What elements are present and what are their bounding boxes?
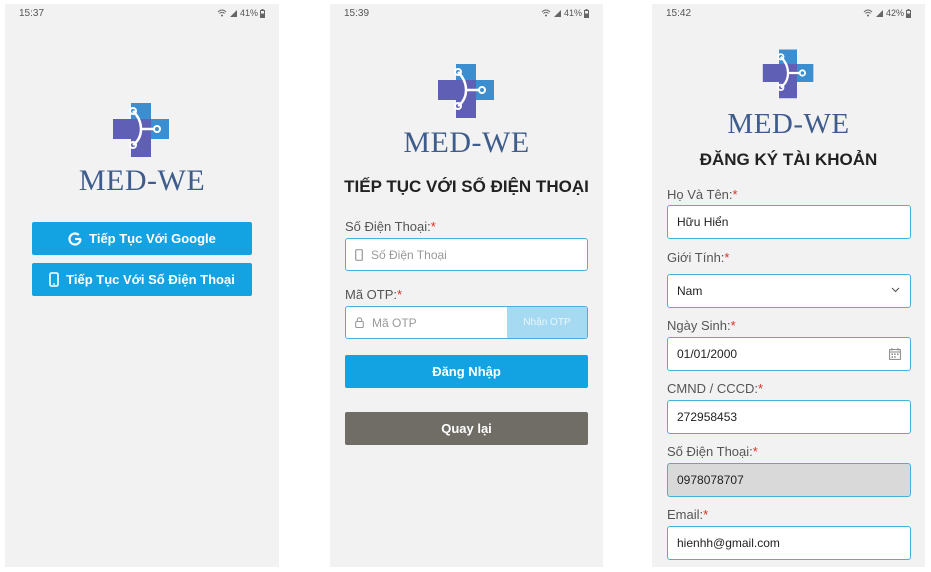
gender-label: Giới Tính:*	[667, 250, 730, 265]
battery-percent: 41%	[563, 8, 582, 18]
otp-placeholder: Mã OTP	[372, 315, 417, 330]
status-time: 15:39	[344, 8, 370, 19]
id-value: 272958453	[677, 410, 738, 424]
phone-label: Số Điện Thoại:*	[345, 219, 436, 234]
status-bar: 15:39 41%	[330, 8, 603, 22]
phone-number-field: 0978078707	[667, 463, 911, 497]
required-mark: *	[758, 381, 764, 396]
phone-label: Số Điện Thoại:*	[667, 444, 758, 459]
name-value: Hữu Hiển	[677, 215, 729, 229]
page-title: TIẾP TỤC VỚI SỐ ĐIỆN THOẠI	[344, 177, 589, 196]
register-screen: 15:42 42% MED-WE ĐĂNG KÝ TÀI KHOẢN Họ Và…	[652, 4, 925, 567]
battery-percent: 41%	[239, 8, 258, 18]
medwe-logo	[438, 64, 494, 118]
medwe-logo	[113, 103, 169, 157]
brand-name: MED-WE	[403, 126, 530, 159]
battery-icon	[906, 8, 911, 18]
battery-percent: 42%	[885, 8, 904, 18]
required-mark: *	[730, 318, 736, 333]
id-label: CMND / CCCD:*	[667, 381, 764, 396]
signal-icon	[229, 10, 237, 17]
dob-input[interactable]: 01/01/2000	[667, 337, 911, 371]
email-input[interactable]: hienhh@gmail.com	[667, 526, 911, 560]
phone-button-label: Tiếp Tục Với Số Điện Thoại	[66, 272, 235, 287]
back-button[interactable]: Quay lại	[345, 412, 588, 445]
otp-input[interactable]: Mã OTP Nhận OTP	[345, 306, 588, 339]
required-mark: *	[732, 187, 738, 202]
wifi-icon	[217, 9, 227, 17]
status-bar: 15:37 41%	[5, 8, 279, 22]
battery-icon	[260, 8, 265, 18]
name-input[interactable]: Hữu Hiển	[667, 205, 911, 239]
required-mark: *	[397, 287, 403, 302]
required-mark: *	[752, 444, 758, 459]
status-bar: 15:42 42%	[652, 8, 925, 22]
calendar-icon[interactable]	[889, 348, 901, 360]
continue-with-google-button[interactable]: Tiếp Tục Với Google	[32, 222, 252, 255]
google-icon	[68, 231, 82, 246]
required-mark: *	[430, 219, 436, 234]
dob-label: Ngày Sinh:*	[667, 318, 736, 333]
brand-name: MED-WE	[727, 108, 850, 140]
chevron-down-icon	[891, 287, 900, 293]
google-button-label: Tiếp Tục Với Google	[89, 231, 216, 246]
brand-name: MED-WE	[78, 164, 206, 197]
phone-placeholder: Số Điện Thoại	[371, 247, 447, 262]
status-time: 15:42	[666, 8, 692, 19]
email-value: hienhh@gmail.com	[677, 536, 780, 550]
wifi-icon	[863, 9, 873, 17]
name-label: Họ Và Tên:*	[667, 187, 738, 202]
required-mark: *	[703, 507, 709, 522]
id-number-input[interactable]: 272958453	[667, 400, 911, 434]
signal-icon	[875, 10, 883, 17]
status-time: 15:37	[19, 8, 45, 19]
gender-select[interactable]: Nam	[667, 274, 911, 308]
signal-icon	[553, 10, 561, 17]
medwe-logo	[762, 49, 814, 99]
phone-login-screen: 15:39 41% MED-WE TIẾP TỤC VỚI SỐ ĐIỆN TH…	[330, 4, 603, 567]
phone-number-input[interactable]: Số Điện Thoại	[345, 238, 588, 271]
smartphone-icon	[49, 272, 59, 287]
required-mark: *	[724, 250, 730, 265]
wifi-icon	[541, 9, 551, 17]
lock-icon	[355, 317, 364, 328]
smartphone-icon	[355, 248, 363, 261]
page-title: ĐĂNG KÝ TÀI KHOẢN	[699, 150, 878, 169]
otp-label: Mã OTP:*	[345, 287, 403, 302]
login-button[interactable]: Đăng Nhập	[345, 355, 588, 388]
phone-value: 0978078707	[677, 473, 744, 487]
battery-icon	[584, 8, 589, 18]
continue-with-phone-button[interactable]: Tiếp Tục Với Số Điện Thoại	[32, 263, 252, 296]
email-label: Email:*	[667, 507, 709, 522]
welcome-screen: 15:37 41% MED-WE Tiếp Tục Với Google Tiế…	[5, 4, 279, 567]
gender-value: Nam	[677, 284, 703, 298]
get-otp-button[interactable]: Nhận OTP	[507, 307, 587, 338]
dob-value: 01/01/2000	[677, 347, 738, 361]
